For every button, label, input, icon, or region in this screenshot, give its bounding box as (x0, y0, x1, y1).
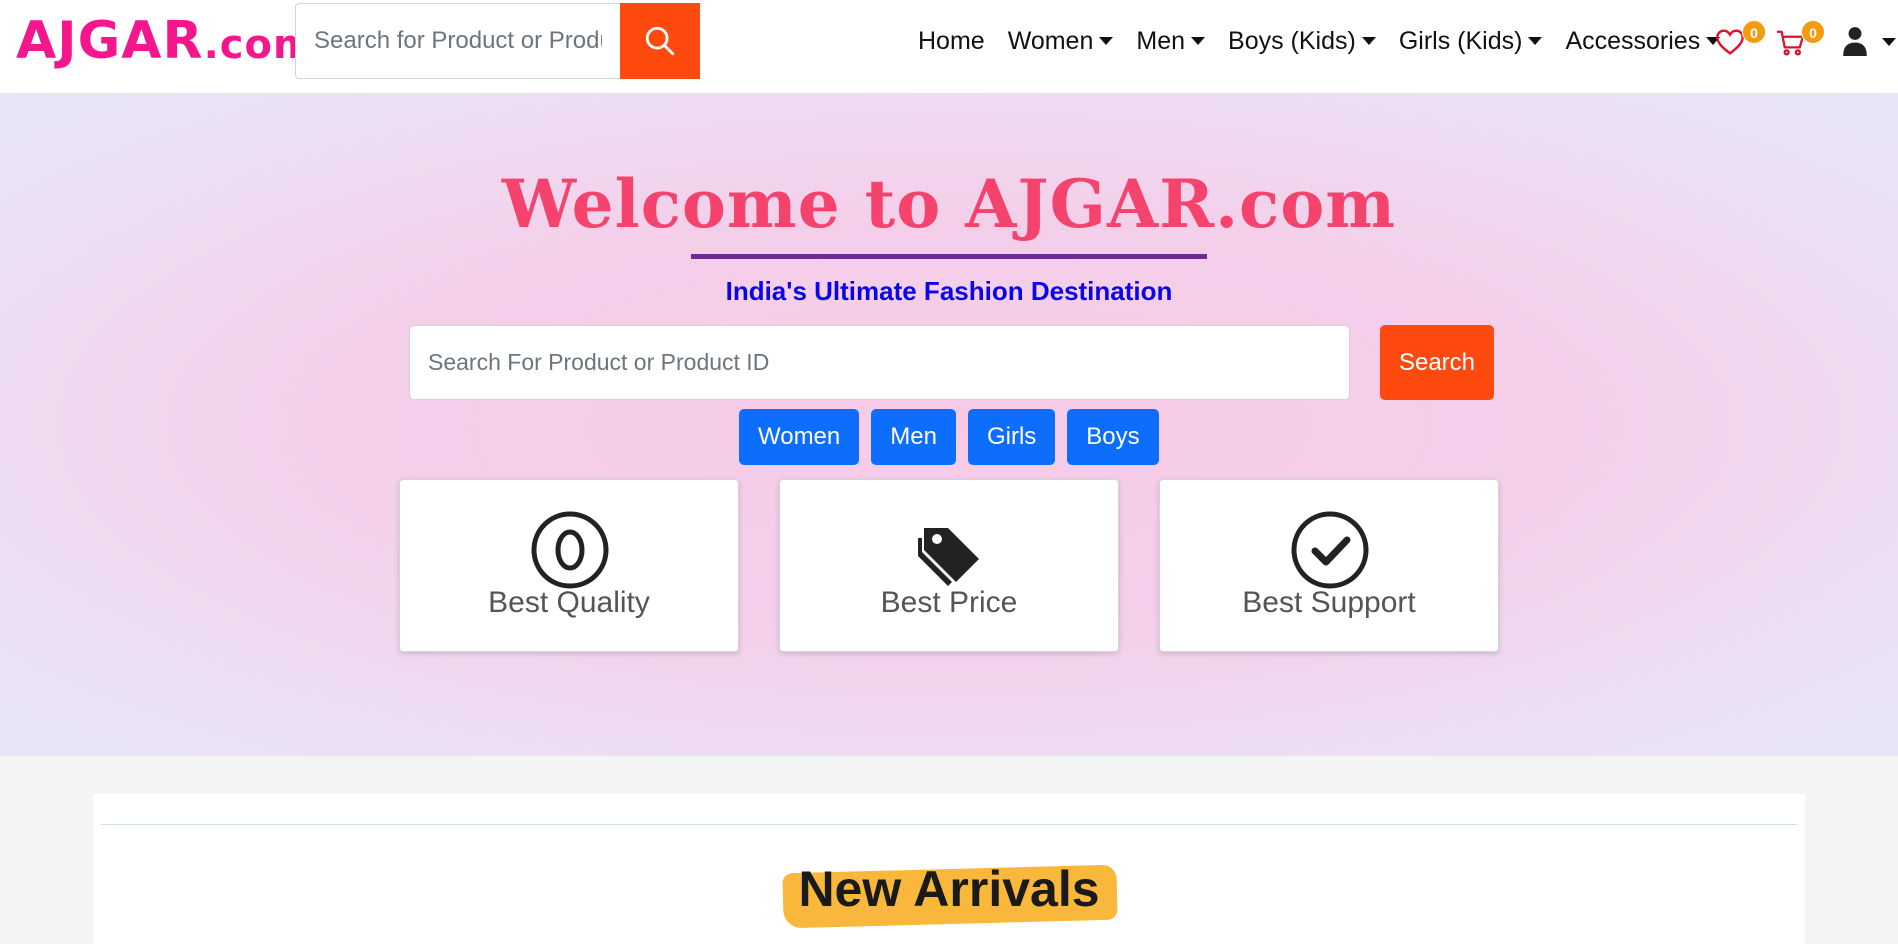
feature-card-support: Best Support (1159, 479, 1499, 652)
feature-label: Best Price (880, 586, 1018, 619)
nav-link-girls-kids[interactable]: Girls (Kids) (1399, 27, 1543, 56)
cart-button[interactable]: 0 (1776, 20, 1826, 62)
feature-card-price: Best Price (779, 479, 1119, 652)
title-underline (691, 254, 1207, 259)
hero-section: Welcome to AJGAR.com India's Ultimate Fa… (0, 93, 1898, 756)
caret-down-icon (1882, 38, 1896, 46)
feature-card-quality: Best Quality (399, 479, 739, 652)
circle-zero-icon (531, 511, 609, 589)
nav-link-label: Accessories (1565, 26, 1701, 55)
search-icon (645, 26, 675, 56)
nav-link-men[interactable]: Men (1136, 26, 1206, 56)
logo-main: AJGAR (16, 11, 204, 71)
nav-link-home[interactable]: Home (918, 27, 985, 56)
section-heading: New Arrivals (798, 861, 1100, 917)
category-button-women[interactable]: Women (739, 409, 860, 465)
nav-link-label: Home (918, 26, 985, 55)
tags-icon (918, 528, 979, 586)
category-buttons: Women Men Girls Boys (739, 409, 1159, 465)
caret-down-icon (1528, 37, 1543, 45)
cart-count-badge: 0 (1801, 20, 1825, 44)
nav-link-boys-kids[interactable]: Boys (Kids) (1228, 27, 1376, 56)
nav-link-accessories[interactable]: Accessories (1565, 26, 1721, 56)
wishlist-button[interactable]: 0 (1714, 20, 1766, 62)
content-section: New Arrivals (93, 794, 1805, 944)
navbar: AJGAR.com Home Women Men Boys (Kids) Gir… (0, 0, 1898, 93)
category-button-girls[interactable]: Girls (967, 409, 1056, 465)
navbar-search (295, 3, 700, 79)
category-button-boys[interactable]: Boys (1067, 409, 1159, 465)
navbar-search-button[interactable] (620, 3, 700, 79)
caret-down-icon (1191, 37, 1206, 45)
circle-check-icon (1291, 511, 1369, 589)
divider (101, 824, 1797, 825)
hero-search-input[interactable] (409, 325, 1350, 400)
category-button-men[interactable]: Men (871, 409, 956, 465)
hero-search-button[interactable]: Search (1380, 325, 1494, 400)
user-icon (1843, 27, 1867, 56)
caret-down-icon (1099, 37, 1114, 45)
navbar-search-input[interactable] (295, 3, 620, 79)
nav-link-label: Men (1136, 26, 1186, 55)
nav-link-label: Girls (Kids) (1398, 26, 1523, 55)
nav-link-label: Boys (Kids) (1228, 26, 1356, 55)
hero-title: Welcome to AJGAR.com (501, 165, 1397, 243)
nav-link-label: Women (1007, 26, 1094, 55)
feature-label: Best Support (1242, 586, 1416, 619)
nav-links: Home Women Men Boys (Kids) Girls (Kids) … (918, 20, 1721, 62)
caret-down-icon (1361, 37, 1376, 45)
user-menu[interactable] (1842, 22, 1896, 62)
nav-link-women[interactable]: Women (1008, 27, 1114, 56)
hero-subtitle: India's Ultimate Fashion Destination (725, 276, 1173, 306)
site-logo[interactable]: AJGAR.com (16, 14, 316, 72)
wishlist-count-badge: 0 (1742, 20, 1766, 44)
feature-label: Best Quality (488, 586, 650, 619)
